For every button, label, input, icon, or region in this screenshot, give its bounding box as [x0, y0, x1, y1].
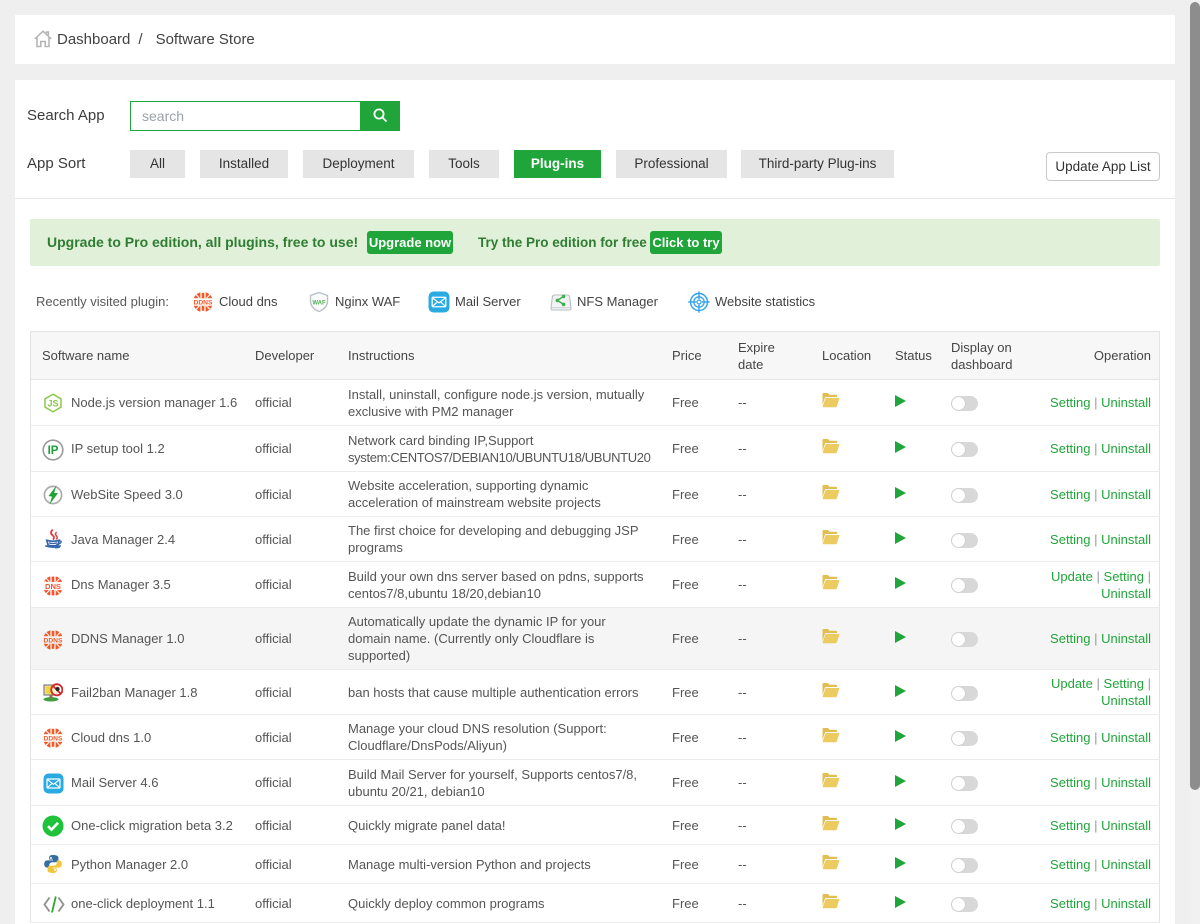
svg-text:IP: IP — [48, 445, 59, 457]
svg-text:DNS: DNS — [45, 582, 61, 591]
svg-text:DDNS: DDNS — [194, 300, 213, 307]
svg-text:JS: JS — [47, 398, 58, 408]
svg-text:DDNS: DDNS — [44, 736, 63, 743]
svg-text:DDNS: DDNS — [44, 637, 63, 644]
svg-text:WAF: WAF — [312, 300, 326, 306]
